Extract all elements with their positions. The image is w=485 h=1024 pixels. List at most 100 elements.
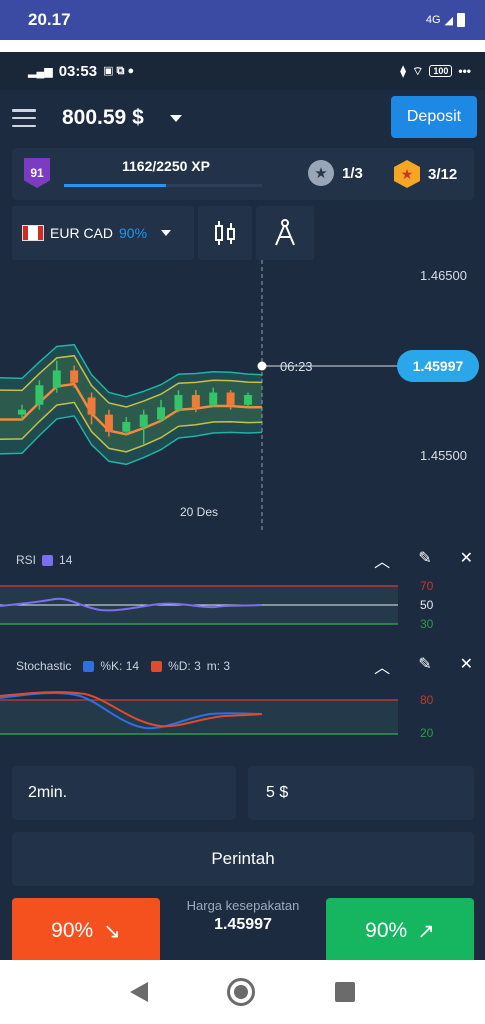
- signal-icon: ▂▄▆: [28, 65, 53, 78]
- stochastic-d: %D: 3: [168, 659, 201, 673]
- trade-up-button[interactable]: 90% ↗: [326, 898, 474, 960]
- candle-body: [18, 409, 26, 415]
- y-tick-bottom: 1.45500: [420, 448, 467, 463]
- asset-payout: 90%: [119, 225, 148, 241]
- expiry-timer: 06:23: [280, 359, 313, 374]
- deal-price-panel: Harga kesepakatan 1.45997: [168, 898, 318, 960]
- achievement-icon: ★: [394, 160, 420, 188]
- xp-panel[interactable]: 91 1162/2250 XP ★ 1/3 ★ 3/12: [12, 148, 474, 200]
- current-price-tag: 1.45997: [397, 350, 479, 382]
- arrow-up-right-icon: ↗: [417, 919, 435, 943]
- down-payout: 90%: [51, 919, 94, 942]
- menu-icon[interactable]: [12, 109, 36, 127]
- rsi-level-high: 70: [420, 579, 434, 593]
- candle-body: [174, 395, 183, 410]
- battery-icon: [457, 13, 465, 27]
- stars-count: 1/3: [342, 164, 363, 182]
- candle-body: [157, 407, 166, 420]
- candle-body: [52, 370, 61, 388]
- duration-field[interactable]: 2min.: [12, 766, 236, 820]
- candle-body: [244, 395, 252, 405]
- xp-progress-fill: [64, 184, 167, 187]
- divider: [0, 40, 485, 52]
- candle-body: [191, 395, 200, 408]
- collapse-icon[interactable]: ︿: [374, 654, 390, 678]
- chevron-down-icon[interactable]: [169, 114, 182, 122]
- current-price-marker: [257, 361, 267, 371]
- signal-icon: ◢: [444, 14, 453, 27]
- edit-icon[interactable]: ✎: [418, 548, 431, 572]
- rsi-color-swatch: [42, 554, 54, 566]
- network-label: 4G: [425, 14, 441, 26]
- system-time: 20.17: [28, 10, 71, 29]
- account-balance[interactable]: 800.59 $: [62, 106, 144, 130]
- amount-field[interactable]: 5 $: [248, 766, 474, 820]
- notification-icon: ▣ ⧉ ●: [103, 65, 135, 77]
- chevron-down-icon: [161, 230, 172, 236]
- achievements-count: 3/12: [428, 165, 458, 183]
- candle-body: [70, 370, 79, 383]
- stochastic-level-low: 20: [420, 726, 434, 740]
- close-icon[interactable]: ✕: [460, 548, 473, 572]
- xp-progress-track: [64, 184, 262, 187]
- candle-body: [209, 392, 218, 405]
- candle-body: [104, 414, 113, 432]
- edit-icon[interactable]: ✎: [418, 654, 431, 678]
- app-screen: ▂▄▆ 03:53 ▣ ⧉ ● ⧫ ⌔ 100 ••• 800.59 $ Dep…: [0, 52, 485, 960]
- achievements-stat[interactable]: ★ 3/12: [394, 160, 457, 188]
- asset-selector[interactable]: EUR CAD 90%: [12, 206, 194, 260]
- star-icon: ★: [308, 160, 334, 186]
- chart-toolbar: EUR CAD 90%: [12, 206, 314, 260]
- stochastic-header: Stochastic %K: 14 %D: 3 m: 3 ︿ ✎ ✕: [0, 648, 485, 684]
- candlestick-icon: [215, 221, 235, 245]
- rsi-period: 14: [59, 553, 73, 567]
- android-nav-bar: [0, 960, 485, 1024]
- vibrate-icon: ⧫: [400, 64, 407, 78]
- close-icon[interactable]: ✕: [460, 654, 473, 678]
- asset-pair: EUR CAD: [50, 225, 114, 241]
- rsi-label: RSI: [16, 553, 37, 567]
- order-button[interactable]: Perintah: [12, 832, 474, 886]
- trade-down-button[interactable]: 90% ↘: [12, 898, 160, 960]
- chart-type-button[interactable]: [198, 206, 252, 260]
- inner-time: 03:53: [58, 62, 98, 80]
- candle-body: [226, 392, 235, 405]
- k-color-swatch: [83, 660, 95, 672]
- level-badge: 91: [24, 158, 50, 188]
- system-status-bar: 20.17 4G ◢: [0, 0, 485, 40]
- wifi-icon: ⌔: [412, 63, 424, 78]
- rsi-level-low: 30: [420, 617, 434, 631]
- recent-apps-icon[interactable]: [335, 982, 356, 1002]
- back-icon[interactable]: [129, 982, 148, 1002]
- up-payout: 90%: [365, 919, 408, 942]
- stochastic-m: m: 3: [206, 659, 231, 673]
- rsi-header: RSI 14 ︿ ✎ ✕: [0, 542, 485, 578]
- date-label: 20 Des: [180, 505, 218, 519]
- collapse-icon[interactable]: ︿: [374, 548, 390, 572]
- price-chart[interactable]: 06:23 20 Des: [0, 260, 485, 540]
- rsi-panel: 70 50 30: [0, 579, 434, 631]
- xp-progress-text: 1162/2250 XP: [122, 158, 210, 174]
- stochastic-k: %K: 14: [100, 659, 140, 673]
- arrow-down-right-icon: ↘: [103, 919, 121, 943]
- candle-body: [122, 422, 131, 432]
- stochastic-label: Stochastic: [16, 659, 72, 673]
- canada-flag-icon: [22, 225, 44, 241]
- deal-price-label: Harga kesepakatan: [186, 898, 300, 913]
- app-header: 800.59 $ Deposit: [0, 90, 485, 146]
- inner-status-bar: ▂▄▆ 03:53 ▣ ⧉ ● ⧫ ⌔ 100 •••: [0, 52, 485, 90]
- candle-body: [35, 385, 44, 405]
- candle-body: [87, 397, 96, 415]
- rsi-level-mid: 50: [420, 598, 434, 612]
- deposit-button[interactable]: Deposit: [391, 96, 477, 138]
- stochastic-panel: 80 20: [0, 691, 434, 740]
- stars-stat[interactable]: ★ 1/3: [308, 160, 363, 186]
- stochastic-level-high: 80: [420, 693, 434, 707]
- drawing-tools-button[interactable]: [256, 206, 314, 260]
- home-icon[interactable]: [227, 978, 256, 1006]
- d-color-swatch: [151, 660, 163, 672]
- candle-body: [139, 414, 148, 427]
- battery-icon: 100: [429, 65, 453, 77]
- y-tick-top: 1.46500: [420, 268, 467, 283]
- system-status-icons: 4G ◢: [426, 13, 465, 27]
